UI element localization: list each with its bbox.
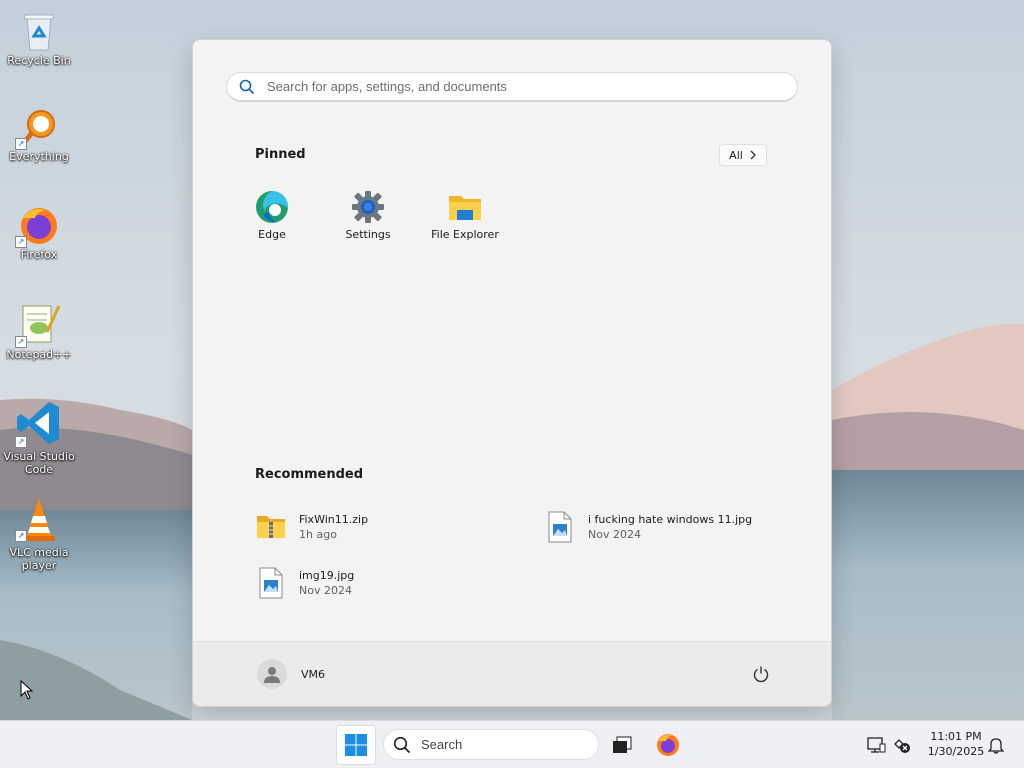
shortcut-arrow-icon: ↗	[15, 336, 27, 348]
shortcut-arrow-icon: ↗	[15, 236, 27, 248]
clock-time: 11:01 PM	[930, 730, 982, 743]
folder-icon	[449, 196, 481, 220]
firefox-icon	[657, 734, 679, 756]
start-search-input[interactable]	[265, 78, 789, 95]
pinned-app-label: Edge	[258, 228, 286, 241]
image-file-icon	[548, 511, 572, 543]
start-menu-footer: VM6	[193, 641, 831, 706]
pinned-app-file-explorer[interactable]: File Explorer	[417, 190, 513, 241]
taskbar: Search 11:01 PM 1/30/2025	[0, 720, 1024, 768]
taskbar-clock[interactable]: 11:01 PM 1/30/2025	[916, 729, 996, 759]
power-button[interactable]	[749, 662, 773, 686]
desktop-icon-label: Firefox	[20, 248, 58, 261]
desktop-icon-everything[interactable]: ↗ Everything	[1, 106, 77, 163]
notifications-button[interactable]	[986, 735, 1006, 755]
start-menu: Pinned All Edge	[192, 39, 832, 707]
all-apps-label: All	[729, 148, 743, 162]
task-view-button[interactable]	[602, 725, 642, 765]
desktop-icon-vlc[interactable]: ↗ VLC media player	[1, 496, 77, 572]
desktop-icon-vscode[interactable]: ↗ Visual Studio Code	[1, 398, 77, 476]
start-search-box[interactable]	[226, 72, 798, 102]
desktop-icon-label: Everything	[9, 150, 69, 163]
user-account-button[interactable]: VM6	[257, 659, 325, 689]
chevron-right-icon	[750, 150, 756, 160]
recommended-item-time: 1h ago	[299, 528, 337, 541]
recommended-item[interactable]: FixWin11.zip 1h ago	[256, 509, 368, 545]
taskbar-search[interactable]: Search	[383, 729, 599, 760]
pinned-app-label: File Explorer	[431, 228, 499, 241]
mouse-cursor-icon	[20, 680, 34, 700]
shortcut-arrow-icon: ↗	[15, 436, 27, 448]
pinned-app-edge[interactable]: Edge	[224, 190, 320, 241]
start-button[interactable]	[336, 725, 376, 765]
desktop-icon-label: VLC media player	[9, 546, 69, 572]
recommended-item-name: img19.jpg	[299, 569, 355, 582]
desktop-icon-label: Recycle Bin	[7, 54, 71, 67]
pinned-heading: Pinned	[255, 147, 306, 162]
bell-icon	[988, 738, 1004, 754]
pinned-app-settings[interactable]: Settings	[320, 190, 416, 241]
task-view-icon	[613, 736, 632, 753]
monitor-icon	[867, 737, 886, 753]
recommended-item-name: i fucking hate windows 11.jpg	[588, 513, 753, 526]
desktop-icon-recycle-bin[interactable]: Recycle Bin	[1, 10, 77, 67]
desktop-icon-firefox[interactable]: ↗ Firefox	[1, 204, 77, 261]
pinned-app-label: Settings	[345, 228, 391, 241]
desktop-icon-label: Visual Studio Code	[3, 450, 75, 476]
user-name: VM6	[301, 667, 326, 681]
recycle-bin-icon	[24, 14, 54, 51]
shortcut-arrow-icon: ↗	[15, 530, 27, 542]
windows-logo-icon	[345, 734, 367, 756]
desktop-icon-label: Notepad++	[6, 348, 72, 361]
taskbar-firefox[interactable]	[648, 725, 688, 765]
desktop-icon-notepadpp[interactable]: ↗ Notepad++	[1, 302, 77, 361]
recommended-item-name: FixWin11.zip	[299, 513, 369, 526]
clock-date: 1/30/2025	[927, 745, 985, 758]
user-icon	[264, 667, 280, 683]
zip-folder-icon	[257, 516, 285, 538]
search-icon	[393, 736, 411, 753]
recommended-heading: Recommended	[255, 467, 364, 482]
settings-gear-icon	[352, 191, 384, 223]
taskbar-search-label: Search	[421, 737, 463, 752]
tray-network-icon[interactable]	[892, 735, 912, 755]
all-apps-button[interactable]: All	[719, 144, 767, 166]
recommended-item-time: Nov 2024	[588, 528, 641, 541]
search-icon	[239, 79, 255, 94]
image-file-icon	[259, 567, 283, 599]
recommended-item-time: Nov 2024	[299, 584, 352, 597]
network-disconnected-icon	[894, 739, 910, 753]
shortcut-arrow-icon: ↗	[15, 138, 27, 150]
recommended-item[interactable]: img19.jpg Nov 2024	[256, 565, 354, 601]
recommended-item[interactable]: i fucking hate windows 11.jpg Nov 2024	[545, 509, 752, 545]
avatar	[257, 659, 287, 689]
tray-display-icon[interactable]	[866, 735, 886, 755]
power-icon	[753, 666, 769, 683]
edge-icon	[256, 190, 289, 223]
